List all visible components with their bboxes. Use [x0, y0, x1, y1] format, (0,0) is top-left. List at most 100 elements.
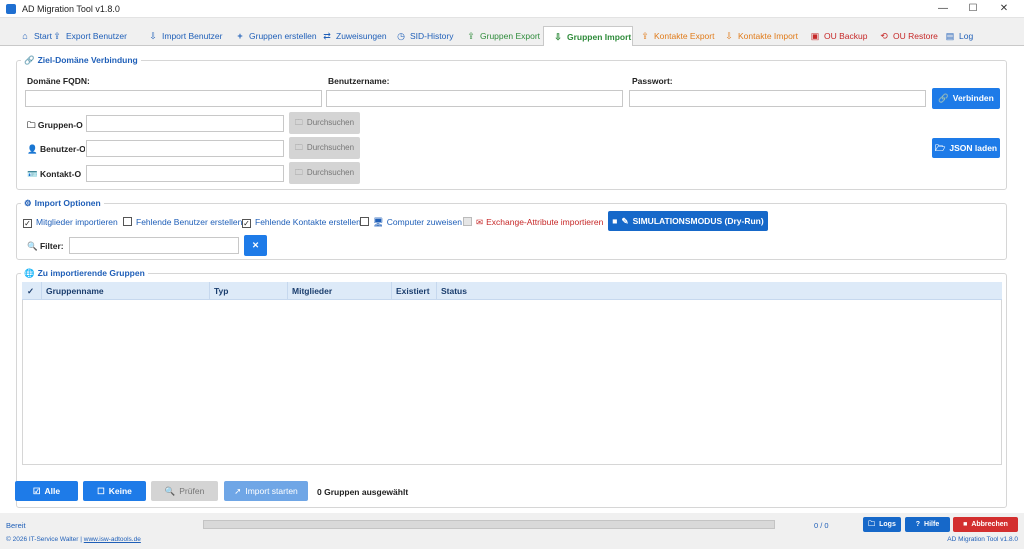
tab-zuweisungen[interactable]: ⇄ Zuweisungen: [322, 28, 386, 46]
simulation-mode-button[interactable]: ■ ✎ SIMULATIONSMODUS (Dry-Run): [608, 211, 768, 231]
history-icon: ◷: [397, 31, 405, 41]
maximize-button[interactable]: ☐: [958, 0, 988, 18]
folder-icon: 🗀: [294, 143, 303, 152]
tab-ou-backup[interactable]: ▣ OU Backup: [810, 28, 868, 46]
folder-icon: 🗀: [294, 118, 303, 127]
logs-button[interactable]: 🗀 Logs: [863, 517, 901, 532]
column-select[interactable]: ✓: [22, 282, 42, 300]
start-import-button[interactable]: ➚ Import starten: [224, 481, 308, 501]
contacts-ou-input[interactable]: [86, 165, 284, 182]
import-options-group: ⚙ Import Optionen ✓ Mitglieder importieren…: [16, 198, 1007, 260]
checkbox-checked[interactable]: ✓: [242, 219, 251, 228]
tab-sid-history[interactable]: ◷ SID-History: [396, 28, 453, 46]
tab-bar: ⌂ Start ⇪ Export Benutzer ⇩ Import Benutzer…: [0, 26, 1024, 47]
copyright: © 2026 IT-Service Walter | www.isw-adtoo…: [6, 536, 141, 543]
contact-card-icon: 🪪: [27, 169, 38, 179]
password-input[interactable]: [629, 90, 926, 107]
contacts-import-icon: ⇩: [725, 31, 733, 41]
link-icon: 🔗: [24, 55, 35, 65]
status-text: Bereit: [6, 521, 26, 530]
cancel-button[interactable]: ■ Abbrechen: [953, 517, 1018, 532]
folder-open-icon: 🗁: [934, 143, 946, 153]
groups-list-title: 🌐 Zu importierende Gruppen: [21, 268, 148, 279]
home-icon: ⌂: [22, 31, 28, 41]
checkbox-unchecked[interactable]: [123, 217, 132, 226]
column-exists[interactable]: Existiert: [392, 282, 437, 300]
website-link[interactable]: www.isw-adtools.de: [84, 536, 141, 543]
option-assign-computers[interactable]: 🖥 Computer zuweisen: [360, 217, 462, 228]
globe-icon: 🌐: [24, 268, 35, 278]
contacts-ou-label: 🪪 Kontakt-O: [27, 169, 82, 179]
option-import-members[interactable]: ✓ Mitglieder importieren: [23, 217, 118, 228]
tab-kontakte-export[interactable]: ⇪ Kontakte Export: [640, 28, 714, 46]
filter-input[interactable]: [69, 237, 239, 254]
tab-export-benutzer[interactable]: ⇪ Export Benutzer: [52, 28, 127, 46]
close-window-button[interactable]: ✕: [989, 0, 1019, 18]
question-icon: ?: [915, 521, 921, 528]
rocket-icon: ➚: [234, 486, 242, 496]
help-button[interactable]: ? Hilfe: [905, 517, 950, 532]
group-import-icon: ⇩: [554, 32, 562, 42]
checkbox-unchecked[interactable]: [360, 217, 369, 226]
column-members[interactable]: Mitglieder: [288, 282, 392, 300]
exchange-icon: ✉: [476, 217, 484, 227]
select-all-button[interactable]: ☑ Alle: [15, 481, 78, 501]
fqdn-input[interactable]: [25, 90, 322, 107]
load-json-button[interactable]: 🗁 JSON laden: [932, 138, 1000, 158]
groups-grid-header: ✓ Gruppenname Typ Mitglieder Existiert S…: [22, 282, 1002, 300]
search-icon: 🔍: [27, 241, 38, 251]
stop-square-icon: ■: [612, 216, 618, 226]
close-icon: ✕: [251, 240, 260, 250]
checkbox-checked[interactable]: ✓: [23, 219, 32, 228]
fqdn-label: Domäne FQDN:: [27, 76, 90, 86]
minimize-button[interactable]: —: [928, 0, 958, 18]
connection-group-title: 🔗 Ziel-Domäne Verbindung: [21, 55, 141, 66]
folder-icon: 🗀: [27, 120, 36, 130]
groups-ou-input[interactable]: [86, 115, 284, 132]
import-user-icon: ⇩: [149, 31, 157, 41]
checkbox-disabled: [463, 217, 472, 226]
app-icon: [6, 4, 16, 14]
plus-icon: +: [237, 31, 243, 41]
restore-icon: ⟲: [880, 31, 888, 41]
users-ou-input[interactable]: [86, 140, 284, 157]
connect-button[interactable]: 🔗 Verbinden: [932, 88, 1000, 109]
option-create-missing-users[interactable]: Fehlende Benutzer erstellen: [123, 217, 242, 227]
selection-status: 0 Gruppen ausgewählt: [317, 487, 409, 497]
empty-box-icon: ☐: [97, 486, 105, 496]
folder-icon: 🗀: [868, 521, 876, 528]
tab-kontakte-import[interactable]: ⇩ Kontakte Import: [724, 28, 798, 46]
tab-log[interactable]: ▤ Log: [945, 28, 973, 46]
version-label: AD Migration Tool v1.8.0: [947, 536, 1018, 543]
tab-import-benutzer[interactable]: ⇩ Import Benutzer: [148, 28, 222, 46]
username-input[interactable]: [326, 90, 623, 107]
log-icon: ▤: [945, 31, 955, 41]
tab-start[interactable]: ⌂ Start: [20, 28, 52, 46]
computer-icon: 🖥: [373, 217, 384, 227]
folder-icon: 🗀: [294, 168, 303, 177]
progress-bar: [203, 520, 775, 529]
groups-grid-body[interactable]: [22, 300, 1002, 465]
password-label: Passwort:: [632, 76, 673, 86]
tab-gruppen-export[interactable]: ⇪ Gruppen Export: [466, 28, 540, 46]
browse-groups-ou-button[interactable]: 🗀 Durchsuchen: [289, 112, 360, 134]
tab-ou-restore[interactable]: ⟲ OU Restore: [879, 28, 938, 46]
option-create-missing-contacts[interactable]: ✓ Fehlende Kontakte erstellen: [242, 217, 361, 228]
groups-ou-label: 🗀 Gruppen-O: [27, 120, 83, 130]
link-icon: 🔗: [938, 93, 949, 103]
export-user-icon: ⇪: [53, 31, 61, 41]
pencil-icon: ✎: [621, 216, 629, 226]
select-none-button[interactable]: ☐ Keine: [83, 481, 146, 501]
column-type[interactable]: Typ: [210, 282, 288, 300]
browse-users-ou-button[interactable]: 🗀 Durchsuchen: [289, 137, 360, 159]
browse-contacts-ou-button[interactable]: 🗀 Durchsuchen: [289, 162, 360, 184]
username-label: Benutzername:: [328, 76, 390, 86]
clear-filter-button[interactable]: ✕: [244, 235, 267, 256]
column-status[interactable]: Status: [437, 282, 1002, 300]
tab-gruppen-import[interactable]: ⇩ Gruppen Import: [543, 26, 633, 47]
assign-icon: ⇄: [323, 31, 331, 41]
check-button[interactable]: 🔍 Prüfen: [151, 481, 218, 501]
option-import-exchange-attributes: ✉ Exchange-Attribute importieren: [463, 217, 603, 228]
column-group-name[interactable]: Gruppenname: [42, 282, 210, 300]
tab-gruppen-erstellen[interactable]: + Gruppen erstellen: [235, 28, 316, 46]
